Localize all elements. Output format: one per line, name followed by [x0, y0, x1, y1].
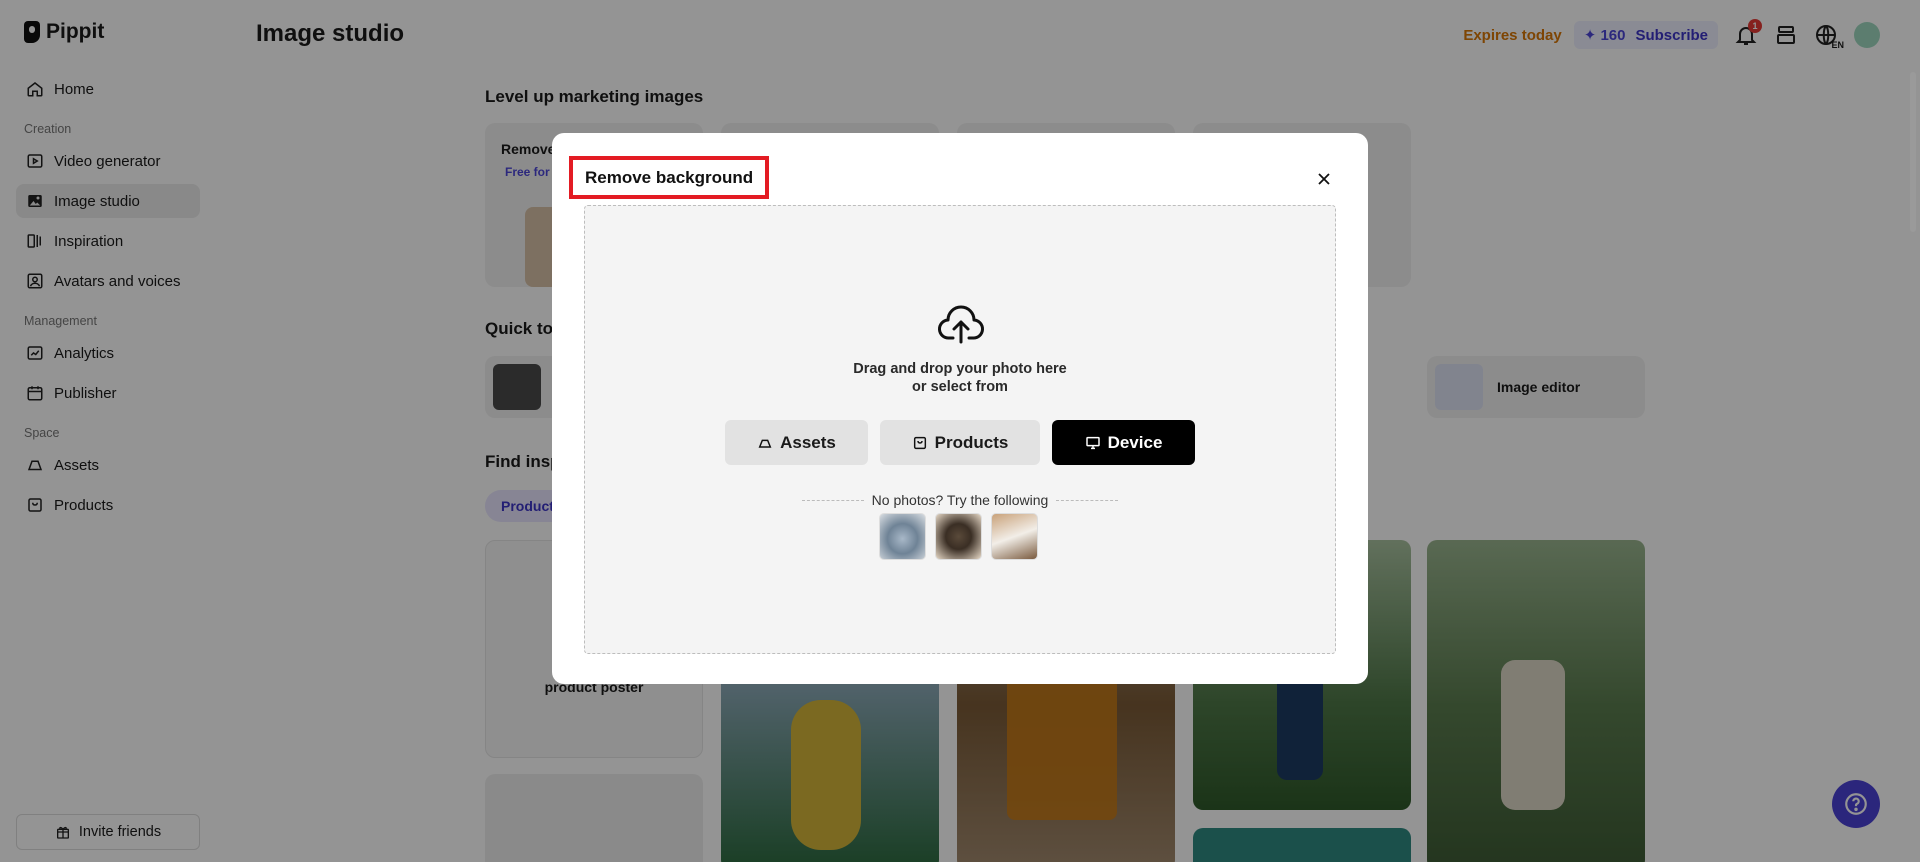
products-button-label: Products: [934, 432, 1009, 452]
drop-instruction-line1: Drag and drop your photo here: [853, 361, 1067, 377]
divider-left: [801, 499, 864, 501]
sample-image-speaker[interactable]: [991, 513, 1038, 560]
modal-title: Remove background: [569, 156, 770, 199]
remove-background-modal: Remove background Drag and drop your pho…: [552, 133, 1368, 684]
select-from-products-button[interactable]: Products: [880, 420, 1040, 465]
divider-right: [1056, 499, 1119, 501]
close-button[interactable]: [1314, 169, 1334, 189]
select-from-assets-button[interactable]: Assets: [725, 420, 868, 465]
monitor-icon: [1085, 436, 1100, 449]
product-box-icon: [913, 436, 926, 449]
cloud-upload-icon: [938, 305, 984, 344]
close-icon: [1318, 173, 1330, 185]
drop-instruction-line2: or select from: [912, 379, 1008, 395]
sample-prompt-row: No photos? Try the following: [585, 492, 1335, 508]
upload-dropzone[interactable]: Drag and drop your photo here or select …: [584, 205, 1336, 654]
select-from-device-button[interactable]: Device: [1052, 420, 1195, 465]
sample-image-palette[interactable]: [935, 513, 982, 560]
sample-images: [879, 513, 1038, 560]
cloud-icon: [758, 439, 772, 448]
device-button-label: Device: [1107, 432, 1163, 452]
sample-prompt-text: No photos? Try the following: [871, 492, 1049, 508]
sample-image-earbuds[interactable]: [879, 513, 926, 560]
assets-button-label: Assets: [780, 432, 836, 452]
page-scrollbar[interactable]: [1910, 72, 1916, 232]
